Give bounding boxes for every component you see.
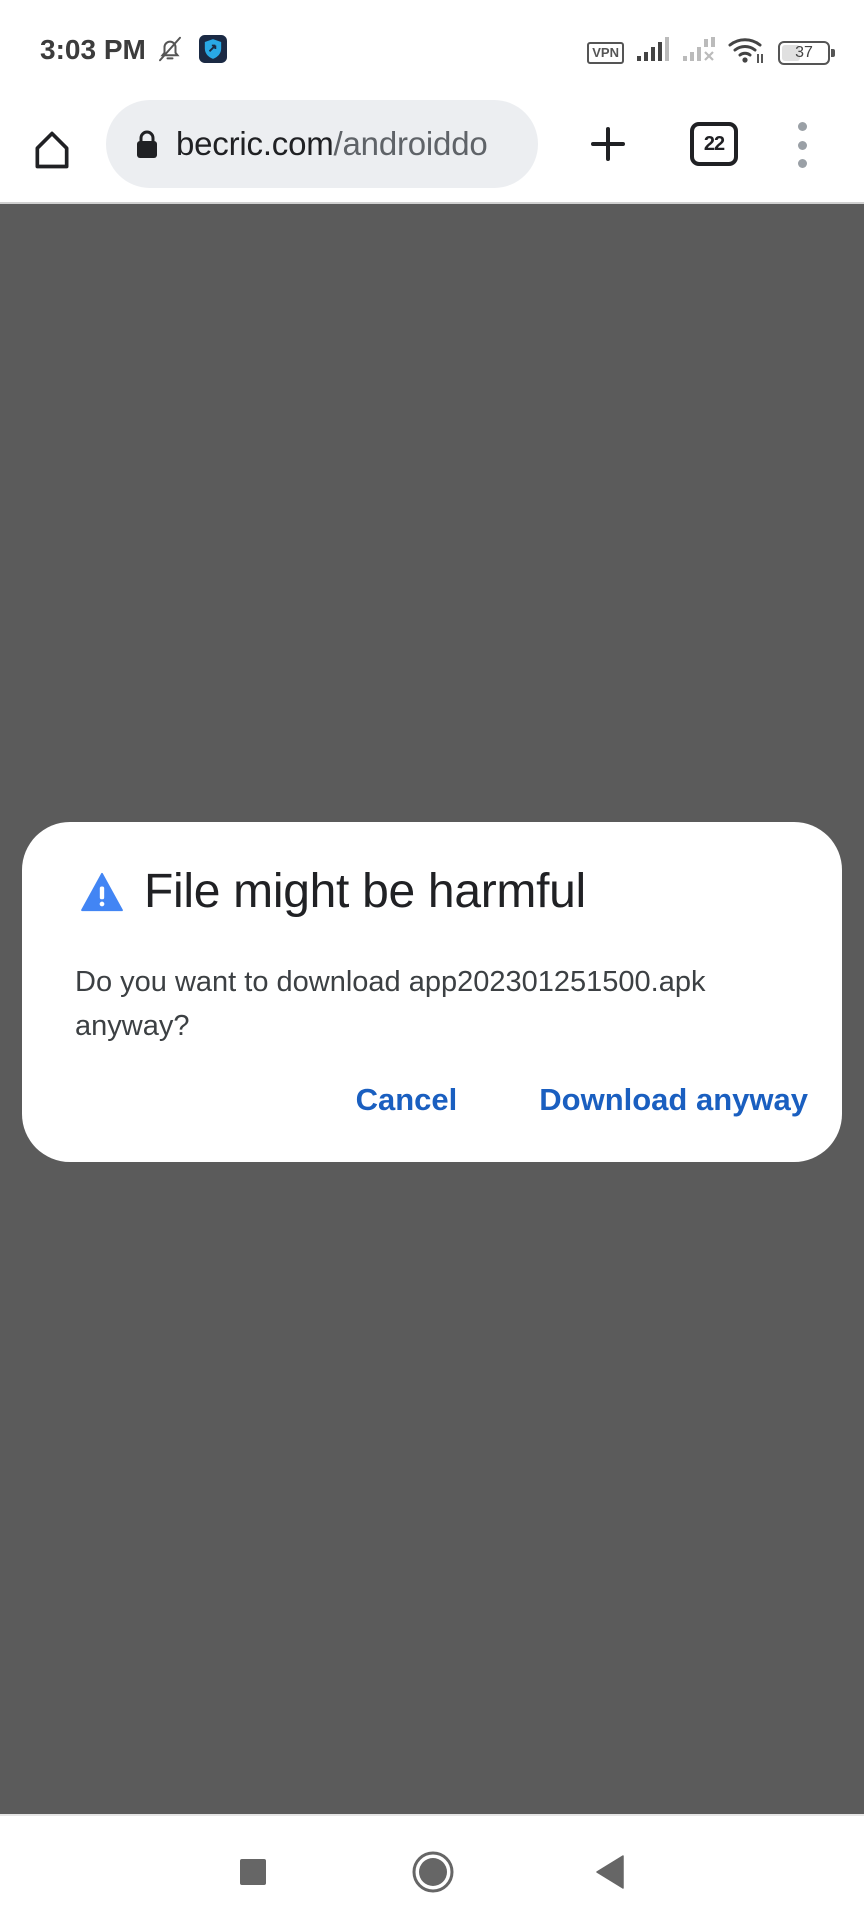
harmful-file-dialog: File might be harmful Do you want to dow… xyxy=(22,822,842,1162)
status-left-icons xyxy=(155,34,227,69)
battery-level: 37 xyxy=(795,43,813,61)
url-domain: becric.com xyxy=(176,125,334,162)
dialog-title: File might be harmful xyxy=(144,865,586,918)
vpn-shield-app-icon xyxy=(199,35,227,68)
warning-icon xyxy=(81,872,123,911)
status-bar: 3:03 PM VPN 37 xyxy=(0,0,864,100)
plus-icon xyxy=(591,127,625,161)
status-time: 3:03 PM xyxy=(40,34,146,65)
signal-icon xyxy=(636,37,670,68)
system-nav-bar xyxy=(0,1814,864,1920)
more-vert-icon[interactable] xyxy=(780,120,824,170)
url-path: /androiddo xyxy=(333,125,488,162)
dialog-actions: Cancel Download anyway xyxy=(356,1082,808,1118)
home-icon xyxy=(35,131,69,169)
lock-icon xyxy=(134,128,160,160)
back-icon xyxy=(596,1855,624,1889)
tab-switcher-button[interactable]: 22 xyxy=(690,122,738,166)
menu-dot xyxy=(797,159,807,168)
dialog-message: Do you want to download app202301251500.… xyxy=(75,966,706,1042)
menu-dot xyxy=(797,122,807,131)
home-circle-icon xyxy=(412,1851,454,1893)
home-nav-button[interactable] xyxy=(405,1844,461,1900)
browser-toolbar: becric.com/androiddo 22 xyxy=(0,100,864,204)
cancel-button[interactable]: Cancel xyxy=(356,1082,458,1118)
download-anyway-button[interactable]: Download anyway xyxy=(539,1082,808,1118)
recents-icon xyxy=(240,1859,266,1885)
home-button[interactable] xyxy=(24,122,80,178)
battery-indicator: 37 xyxy=(778,40,835,65)
bell-off-icon xyxy=(155,34,185,69)
status-right-icons: VPN 37 xyxy=(587,36,835,69)
recents-button[interactable] xyxy=(225,1844,281,1900)
url-text[interactable]: becric.com/androiddo xyxy=(176,125,516,163)
back-button[interactable] xyxy=(582,1844,638,1900)
wifi-icon xyxy=(728,36,766,69)
signal-no-service-icon xyxy=(682,37,716,68)
vpn-badge: VPN xyxy=(587,41,624,64)
menu-dot xyxy=(797,140,807,150)
url-bar[interactable]: becric.com/androiddo xyxy=(106,100,538,188)
dialog-header: File might be harmful xyxy=(80,864,586,919)
new-tab-button[interactable] xyxy=(580,116,636,172)
